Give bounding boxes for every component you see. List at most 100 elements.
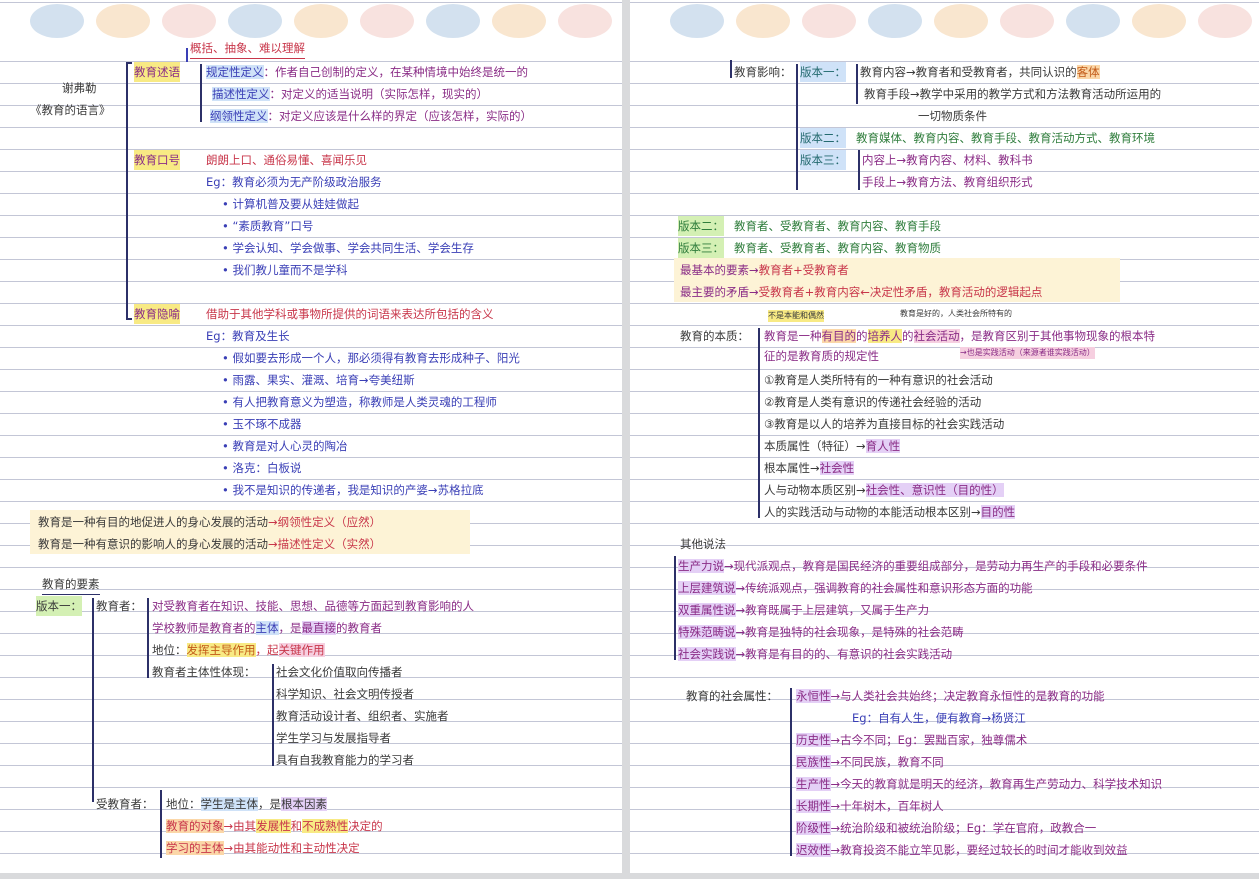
section-bracket (126, 62, 128, 320)
subject-item: 学生学习与发展指导者 (276, 731, 391, 745)
social-attribute: 历史性→古今不同；Eg：罢黜百家，独尊儒术 (796, 733, 1028, 747)
content-line: 教育者、受教育者、教育内容、教育手段 (734, 219, 941, 233)
sub-bracket (200, 64, 202, 122)
theory-item: 生产力说→现代派观点，教育是国民经济的重要组成部分，是劳动力再生产的手段和必要条… (678, 559, 1148, 573)
decor-dot (1132, 4, 1186, 38)
decor-dot (162, 4, 216, 38)
side-note: 教育是好的，人类社会所特有的 (900, 309, 1012, 318)
definition-row: 纲领性定义：对定义应该是什么样的界定（应该怎样，实际的） (210, 109, 532, 123)
bullet-item: • 我们教儿童而不是学科 (222, 263, 348, 277)
side-note: →也是实践活动（来源者谁实践活动） (960, 347, 1095, 359)
subject-item: 教育活动设计者、组织者、实施者 (276, 709, 449, 723)
bracket-line (147, 598, 149, 678)
decor-dot (30, 4, 84, 38)
decorative-dot-strip (630, 4, 1259, 38)
term-description: 朗朗上口、通俗易懂、喜闻乐见 (206, 153, 367, 167)
left-notebook-page: 概括、抽象、难以理解 谢弗勒 《教育的语言》 教育述语 规定性定义：作者自己创制… (0, 0, 622, 873)
bullet-item: • 雨露、果实、灌溉、培育→夸美纽斯 (222, 373, 415, 387)
version-label: 版本一： (36, 596, 82, 616)
decor-dot (934, 4, 988, 38)
bracket-line (92, 598, 94, 802)
decor-dot (426, 4, 480, 38)
essence-line: 教育是一种有目的的培养人的社会活动，是教育区别于其他事物现象的根本特 (764, 329, 1155, 343)
key-point: 最主要的矛盾→受教育者+教育内容←决定性矛盾，教育活动的逻辑起点 (680, 285, 1043, 299)
role-label: 受教育者： (96, 797, 154, 811)
subject-item: 社会文化价值取向传播者 (276, 665, 403, 679)
content-line: 教育手段→教学中采用的教学方式和方法教育活动所运用的 (864, 87, 1162, 101)
essence-point: ②教育是人类有意识的传递社会经验的活动 (764, 395, 982, 409)
decor-dot (736, 4, 790, 38)
social-attribute: 永恒性→与人类社会共始终；决定教育永恒性的是教育的功能 (796, 689, 1105, 703)
section-title: 其他说法 (680, 537, 726, 551)
bracket-line (674, 556, 676, 660)
essence-point: ③教育是以人的培养为直接目标的社会实践活动 (764, 417, 1005, 431)
term-label: 教育的社会属性： (686, 689, 778, 703)
key-point: 最基本的要素→教育者+受教育者 (680, 263, 849, 277)
role-line: 地位：发挥主导作用，起关键作用 (152, 643, 325, 657)
definition-summary: 教育是一种有目的地促进人的身心发展的活动→纲领性定义（应然） (38, 515, 382, 529)
social-attribute: 迟效性→教育投资不能立竿见影，要经过较长的时间才能收到效益 (796, 843, 1128, 857)
content-line: 内容上→教育内容、材料、教科书 (862, 153, 1033, 167)
term-label: 教育口号 (134, 150, 180, 170)
bullet-item: • 假如要去形成一个人，那必须得有教育去形成种子、阳光 (222, 351, 520, 365)
top-annotation: 概括、抽象、难以理解 (190, 38, 305, 59)
side-note: 不是本能和偶然 (768, 310, 824, 322)
bracket-line (160, 790, 162, 858)
attribute-line: 人的实践活动与动物的本能活动根本区别→目的性 (764, 505, 1016, 519)
social-attribute: 阶级性→统治阶级和被统治阶级；Eg：学在官府，政教合一 (796, 821, 1097, 835)
role-line: 学校教师是教育者的主体，是最直接的教育者 (152, 621, 382, 635)
essence-line: 征的是教育质的规定性 (764, 349, 879, 363)
decor-dot (294, 4, 348, 38)
bracket-line (856, 64, 858, 104)
term-description: 借助于其他学科或事物所提供的词语来表达所包括的含义 (206, 307, 494, 321)
subject-item: 具有自我教育能力的学习者 (276, 753, 414, 767)
bullet-item: • 有人把教育意义为塑造，称教师是人类灵魂的工程师 (222, 395, 497, 409)
definition-row: 描述性定义：对定义的适当说明（实际怎样，现实的） (212, 87, 488, 101)
bracket-line (790, 688, 792, 856)
theory-item: 特殊范畴说→教育是独特的社会现象，是特殊的社会范畴 (678, 625, 964, 639)
social-attribute: 民族性→不同民族，教育不同 (796, 755, 944, 769)
attribute-line: 人与动物本质区别→社会性、意识性（目的性） (764, 483, 1004, 497)
version-label: 版本一： (800, 62, 846, 82)
theory-item: 上层建筑说→传统派观点，强调教育的社会属性和意识形态方面的功能 (678, 581, 1033, 595)
bullet-item: • 教育是对人心灵的陶冶 (222, 439, 348, 453)
decor-dot (1000, 4, 1054, 38)
version-label: 版本二： (800, 128, 846, 148)
decorative-dot-strip (0, 4, 622, 38)
role-label: 教育者： (96, 599, 142, 613)
bullet-item: • 我不是知识的传递者，我是知识的产婆→苏格拉底 (222, 483, 484, 497)
bullet-item: • 计算机普及要从娃娃做起 (222, 197, 359, 211)
bullet-item: • 洛克：白板说 (222, 461, 302, 475)
role-line: 地位：学生是主体，是根本因素 (166, 797, 327, 811)
definition-row: 规定性定义：作者自己创制的定义，在某种情境中始终是统一的 (206, 65, 528, 79)
bracket-tick (126, 62, 132, 64)
social-attribute: 生产性→今天的教育就是明天的经济，教育再生产劳动力、科学技术知识 (796, 777, 1163, 791)
right-notebook-page: 教育影响： 版本一： 教育内容→教育者和受教育者，共同认识的客体 教育手段→教学… (630, 0, 1259, 873)
term-label: 教育述语 (134, 62, 180, 82)
content-line: 手段上→教育方法、教育组织形式 (862, 175, 1033, 189)
essence-point: ①教育是人类所特有的一种有意识的社会活动 (764, 373, 993, 387)
decor-dot (360, 4, 414, 38)
decor-dot (868, 4, 922, 38)
subject-item: 科学知识、社会文明传授者 (276, 687, 414, 701)
role-line: 学习的主体→由其能动性和主动性决定 (166, 841, 360, 855)
attribute-line: 本质属性（特征）→育人性 (764, 439, 901, 453)
decor-dot (1198, 4, 1252, 38)
decor-dot (670, 4, 724, 38)
version-label: 版本二： (678, 216, 724, 236)
bracket-line (272, 664, 274, 766)
bracket-line (796, 64, 798, 190)
role-line: 教育者主体性体现： (152, 665, 256, 679)
bracket-line (858, 150, 860, 190)
decor-dot (1066, 4, 1120, 38)
content-line: 教育内容→教育者和受教育者，共同认识的客体 (860, 65, 1100, 79)
content-line: 教育者、受教育者、教育内容、教育物质 (734, 241, 941, 255)
decor-dot (558, 4, 612, 38)
term-label: 教育影响： (734, 65, 792, 79)
theory-item: 双重属性说→教育既属于上层建筑，又属于生产力 (678, 603, 930, 617)
role-definition: 对受教育者在知识、技能、思想、品德等方面起到教育影响的人 (152, 599, 474, 613)
bracket-line (758, 328, 760, 518)
decor-dot (96, 4, 150, 38)
decor-dot (492, 4, 546, 38)
theory-item: 社会实践说→教育是有目的的、有意识的社会实践活动 (678, 647, 953, 661)
